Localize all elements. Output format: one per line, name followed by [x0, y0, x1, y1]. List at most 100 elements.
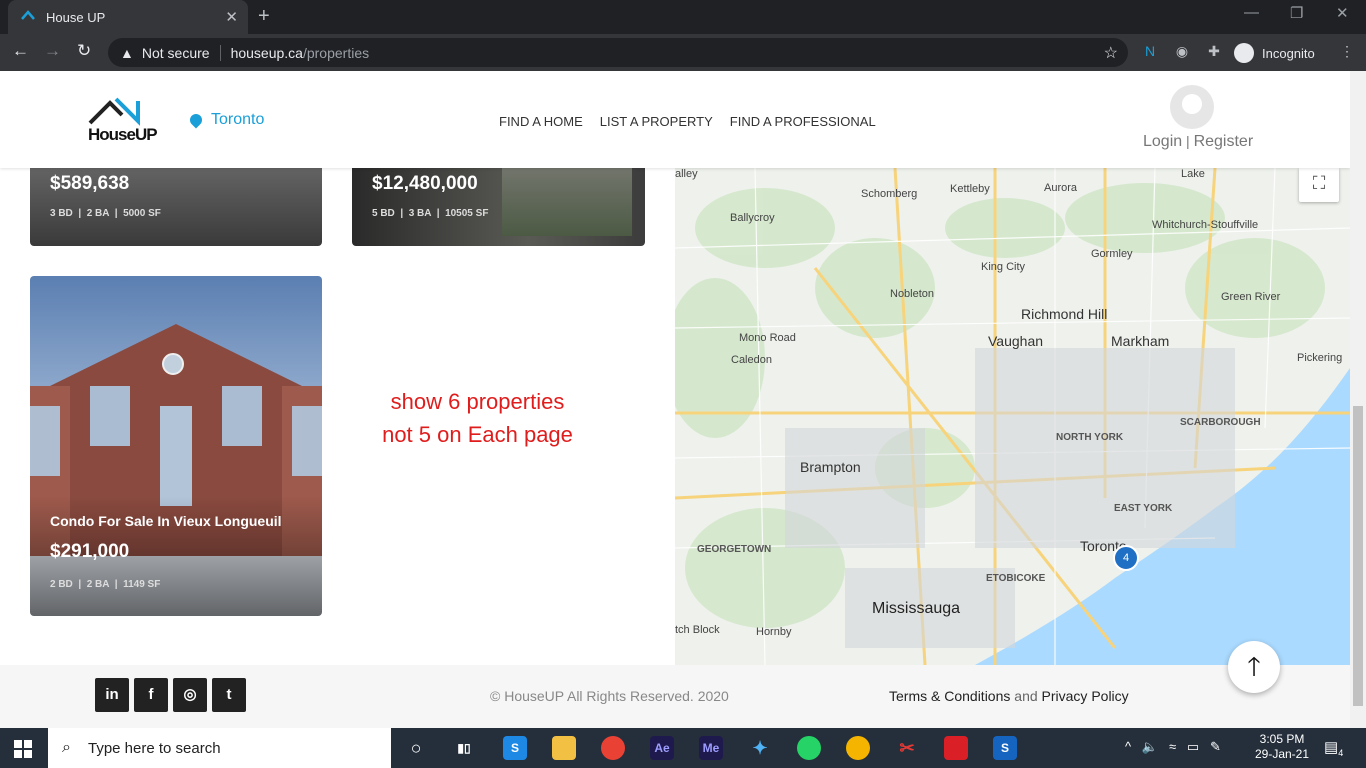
windows-start-icon[interactable]	[14, 740, 32, 758]
file-explorer-icon[interactable]	[552, 736, 576, 760]
incognito-profile[interactable]: Incognito	[1234, 40, 1315, 66]
snipping-tool-icon[interactable]: ✂	[895, 736, 919, 760]
clock-time: 3:05 PM	[1259, 732, 1305, 746]
creative-cloud-icon[interactable]	[944, 736, 968, 760]
menu-kebab-icon[interactable]: ⋮	[1338, 43, 1356, 61]
houseup-logo[interactable]: HouseUP	[88, 97, 158, 144]
listing-meta: 5 BD | 3 BA | 10505 SF	[372, 208, 489, 219]
task-view-icon[interactable]: ▮▯	[452, 736, 476, 760]
map-label: Ballycroy	[730, 212, 775, 224]
copyright: © HouseUP All Rights Reserved. 2020	[490, 688, 729, 704]
nav-find-home[interactable]: FIND A HOME	[499, 114, 583, 129]
houseup-favicon	[21, 10, 35, 20]
map-label: Schomberg	[861, 188, 918, 200]
listing-sqft: 10505 SF	[445, 208, 489, 219]
listing-price: $291,000	[50, 541, 130, 562]
city-selector[interactable]: Toronto	[187, 111, 264, 129]
page-scrollbar[interactable]	[1350, 71, 1366, 728]
annotation-note: show 6 properties not 5 on Each page	[380, 385, 575, 451]
system-tray[interactable]: ^ 🔈 ≈ ▭ ✎	[1125, 739, 1221, 755]
map-cluster-marker[interactable]: 4	[1113, 545, 1139, 571]
clock-date: 29-Jan-21	[1254, 747, 1310, 761]
profile-label: Incognito	[1262, 45, 1315, 61]
map-label: Mississauga	[872, 600, 961, 617]
listing-beds: 2 BD	[50, 579, 73, 590]
extensions-puzzle-icon[interactable]: ✚	[1205, 43, 1223, 61]
incognito-icon	[1234, 43, 1254, 63]
app-icon[interactable]	[846, 736, 870, 760]
property-map[interactable]: Schomberg Kettleby Aurora Whitchurch-Sto…	[675, 168, 1350, 665]
annotation-line-1: show 6 properties	[390, 389, 565, 414]
close-window-icon[interactable]: ✕	[1336, 4, 1349, 22]
login-link[interactable]: Login	[1143, 133, 1182, 150]
cortana-icon[interactable]: ○	[404, 736, 428, 760]
forward-icon[interactable]: →	[44, 41, 61, 61]
close-tab-icon[interactable]: ✕	[225, 8, 238, 26]
bookmark-star-icon[interactable]: ☆	[1104, 43, 1118, 63]
instagram-icon[interactable]: ◎	[173, 678, 207, 712]
app-icon[interactable]: ✦	[748, 736, 772, 760]
url-path: /properties	[302, 44, 370, 61]
tab-title: House UP	[46, 9, 106, 25]
map-label: Caledon	[731, 354, 772, 366]
map-label: Hornby	[756, 626, 792, 638]
twitter-icon[interactable]: t	[212, 678, 246, 712]
after-effects-icon[interactable]: Ae	[650, 736, 674, 760]
terms-link[interactable]: Terms & Conditions	[889, 688, 1010, 704]
nav-list-property[interactable]: LIST A PROPERTY	[600, 114, 713, 129]
user-avatar-icon[interactable]	[1170, 85, 1214, 129]
skype-icon[interactable]: S	[503, 736, 527, 760]
notification-icon[interactable]: ▤4	[1324, 738, 1343, 758]
security-label: Not secure	[141, 44, 210, 61]
minimize-icon[interactable]: —	[1244, 4, 1259, 21]
map-label: NORTH YORK	[1056, 432, 1124, 443]
logo-text: HouseUP	[88, 125, 158, 144]
map-label: Whitchurch-Stouffville	[1152, 219, 1259, 231]
search-placeholder: Type here to search	[88, 739, 221, 757]
warning-icon: ▲	[120, 44, 134, 61]
listing-sqft: 1149 SF	[123, 579, 161, 590]
system-clock[interactable]: 3:05 PM 29-Jan-21	[1252, 732, 1312, 762]
auth-links: Login | Register	[1143, 133, 1253, 151]
app-icon[interactable]: S	[993, 736, 1017, 760]
browser-tab-strip: House UP ✕ + — ❐ ✕	[0, 0, 1366, 34]
social-links: in f ◎ t	[95, 678, 246, 712]
address-bar[interactable]: ▲ Not secure houseup.ca/properties ☆	[108, 38, 1128, 67]
nav-find-professional[interactable]: FIND A PROFESSIONAL	[730, 114, 876, 129]
listing-card-3[interactable]: Condo For Sale In Vieux Longueuil $291,0…	[30, 276, 322, 616]
map-label: Gormley	[1091, 248, 1133, 260]
browser-tab[interactable]: House UP ✕	[8, 0, 248, 34]
listing-title: Condo For Sale In Vieux Longueuil	[50, 513, 282, 529]
back-icon[interactable]: ←	[12, 41, 29, 61]
media-encoder-icon[interactable]: Me	[699, 736, 723, 760]
map-label: Aurora	[1044, 182, 1078, 194]
fullscreen-icon[interactable]: ⛶	[1299, 168, 1339, 202]
back-to-top-arrow-icon[interactable]: 🡑	[1228, 641, 1280, 693]
listing-baths: 2 BA	[86, 579, 110, 590]
privacy-link[interactable]: Privacy Policy	[1042, 688, 1129, 704]
taskbar-search[interactable]: ⌕ Type here to search	[48, 728, 391, 768]
linkedin-icon[interactable]: in	[95, 678, 129, 712]
register-link[interactable]: Register	[1194, 133, 1254, 150]
site-header: HouseUP Toronto FIND A HOME LIST A PROPE…	[0, 71, 1350, 168]
scrollbar-thumb[interactable]	[1353, 406, 1363, 706]
listing-baths: 2 BA	[86, 208, 110, 219]
camera-icon[interactable]: ◉	[1173, 43, 1191, 61]
new-tab-button[interactable]: +	[258, 5, 270, 28]
map-label: Vaughan	[988, 333, 1044, 349]
web-page: HouseUP Toronto FIND A HOME LIST A PROPE…	[0, 71, 1350, 728]
map-label: Mono Road	[739, 332, 796, 344]
map-label: GEORGETOWN	[697, 544, 772, 555]
reload-icon[interactable]: ↻	[77, 41, 91, 61]
whatsapp-icon[interactable]	[797, 736, 821, 760]
map-label: Lake	[1181, 168, 1205, 180]
restore-icon[interactable]: ❐	[1290, 4, 1303, 22]
facebook-icon[interactable]: f	[134, 678, 168, 712]
browser-toolbar: ← → ↻ ▲ Not secure houseup.ca/properties…	[0, 34, 1366, 71]
map-label: Pickering	[1297, 352, 1343, 364]
chrome-icon[interactable]	[601, 736, 625, 760]
map-label: Richmond Hill	[1021, 306, 1108, 322]
annotation-line-2: not 5 on Each page	[382, 422, 573, 447]
map-label: Kettleby	[950, 183, 990, 195]
extension-n-icon[interactable]: N	[1141, 43, 1159, 61]
